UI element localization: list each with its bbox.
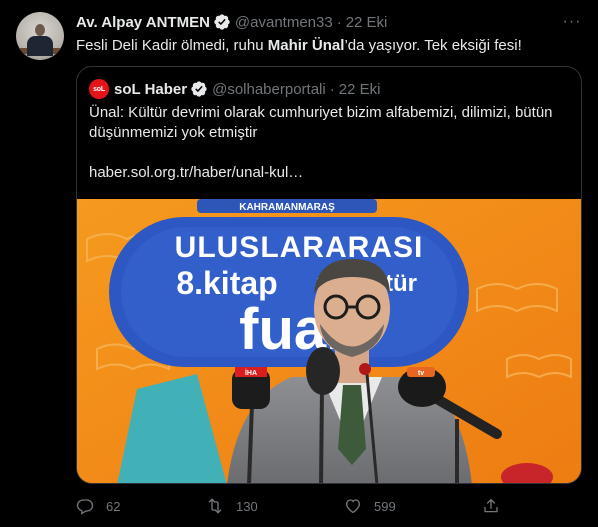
like-count: 599 bbox=[374, 498, 396, 514]
photo-banner-line1: ULUSLARARASI bbox=[175, 231, 424, 264]
quoted-tweet-link[interactable]: haber.sol.org.tr/haber/unal-kul… bbox=[89, 163, 303, 183]
reply-icon bbox=[76, 499, 94, 515]
separator-dot: · bbox=[329, 80, 335, 98]
retweet-button[interactable]: 130 bbox=[206, 494, 258, 518]
quoted-author-avatar[interactable]: soL bbox=[89, 79, 109, 99]
mic-label-iha: İHA bbox=[245, 369, 257, 377]
tweet[interactable]: Av. Alpay ANTMEN @avantmen33 · 22 Eki ··… bbox=[0, 0, 598, 527]
quoted-tweet[interactable]: soL soL Haber @solhaberportali · 22 Eki … bbox=[76, 66, 582, 484]
author-avatar[interactable] bbox=[16, 12, 64, 60]
tweet-text: Fesli Deli Kadir ölmedi, ruhu Mahir Ünal… bbox=[76, 36, 582, 56]
verified-badge-icon bbox=[191, 81, 207, 97]
tweet-text-part: Fesli Deli Kadir ölmedi, ruhu bbox=[76, 37, 268, 54]
quoted-author-handle: @solhaberportali bbox=[212, 80, 326, 98]
tweet-date[interactable]: 22 Eki bbox=[346, 14, 388, 31]
author-name[interactable]: Av. Alpay ANTMEN bbox=[76, 14, 210, 31]
reply-button[interactable]: 62 bbox=[76, 494, 120, 518]
action-bar: 62 130 599 bbox=[76, 494, 506, 518]
share-icon bbox=[484, 498, 498, 513]
photo-banner-line2: 8.kitap bbox=[176, 265, 277, 301]
mic-label-tv: tv bbox=[418, 370, 424, 377]
quoted-tweet-header: soL soL Haber @solhaberportali · 22 Eki bbox=[89, 79, 380, 99]
heart-icon bbox=[345, 499, 361, 514]
separator-dot: · bbox=[336, 13, 342, 31]
quoted-author-name: soL Haber bbox=[114, 80, 188, 98]
quoted-tweet-date: 22 Eki bbox=[338, 80, 381, 98]
photo-illustration: KAHRAMANMARAŞ ULUSLARARASI 8.kitap ve kü… bbox=[77, 199, 581, 483]
retweet-count: 130 bbox=[236, 498, 258, 514]
like-button[interactable]: 599 bbox=[344, 494, 396, 518]
quoted-tweet-text: Ünal: Kültür devrimi olarak cumhuriyet b… bbox=[89, 104, 553, 141]
tweet-text-bold: Mahir Ünal bbox=[267, 37, 345, 54]
share-button[interactable] bbox=[482, 494, 512, 518]
quoted-tweet-photo[interactable]: KAHRAMANMARAŞ ULUSLARARASI 8.kitap ve kü… bbox=[77, 199, 581, 483]
retweet-icon bbox=[208, 498, 222, 514]
more-options-icon[interactable]: ··· bbox=[560, 12, 584, 32]
photo-banner-top: KAHRAMANMARAŞ bbox=[239, 202, 335, 213]
tweet-header: Av. Alpay ANTMEN @avantmen33 · 22 Eki bbox=[76, 12, 387, 32]
tweet-text-part: ’da yaşıyor. Tek eksiği fesi! bbox=[344, 37, 522, 54]
author-handle[interactable]: @avantmen33 bbox=[235, 14, 333, 31]
reply-count: 62 bbox=[106, 498, 121, 514]
verified-badge-icon bbox=[214, 14, 230, 30]
